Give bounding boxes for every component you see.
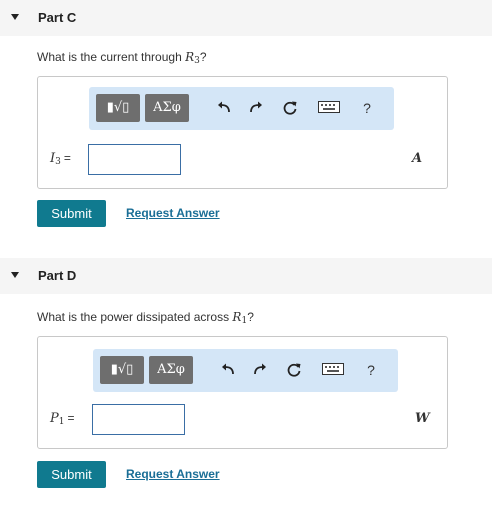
templates-icon[interactable]: ▮√▯ [100, 356, 144, 384]
reset-icon[interactable] [284, 359, 304, 381]
unit-label: A [412, 151, 423, 166]
reset-icon[interactable] [280, 97, 300, 119]
variable-letter: P [50, 411, 59, 426]
request-answer-link[interactable]: Request Answer [126, 206, 220, 220]
variable-letter: R [185, 50, 195, 64]
part-c-answer-box: ▮√▯ ΑΣφ ? I3 = A [37, 76, 448, 189]
part-d-title: Part D [38, 268, 77, 283]
question-variable: R3 [185, 50, 200, 66]
equals-sign: = [63, 151, 71, 165]
submit-button[interactable]: Submit [37, 200, 106, 227]
question-text: What is the current through [37, 50, 186, 64]
greek-symbols-icon[interactable]: ΑΣφ [145, 94, 189, 122]
part-c-header[interactable]: Part C [0, 0, 492, 36]
math-toolbar: ▮√▯ ΑΣφ ? [89, 87, 394, 130]
variable-subscript: 3 [55, 157, 61, 167]
answer-variable-label: P1 = [50, 411, 75, 427]
part-d-answer-box: ▮√▯ ΑΣφ ? P1 = W [37, 336, 448, 449]
redo-icon[interactable] [246, 97, 266, 119]
redo-icon[interactable] [250, 359, 270, 381]
templates-icon[interactable]: ▮√▯ [96, 94, 140, 122]
templates-label: ▮√▯ [110, 362, 134, 377]
question-mark: ? [247, 310, 254, 324]
help-label: ? [367, 362, 375, 378]
part-d-question: What is the power dissipated across R1? [37, 310, 254, 326]
undo-icon[interactable] [214, 97, 234, 119]
variable-subscript: 1 [58, 417, 65, 427]
greek-symbols-icon[interactable]: ΑΣφ [149, 356, 193, 384]
question-mark: ? [199, 50, 207, 64]
keyboard-icon[interactable] [317, 97, 341, 119]
submit-button[interactable]: Submit [37, 461, 106, 488]
collapse-caret-icon[interactable] [11, 14, 19, 20]
symbols-label: ΑΣφ [153, 100, 181, 115]
equals-sign: = [67, 411, 75, 425]
unit-label: W [415, 411, 430, 426]
request-answer-link[interactable]: Request Answer [126, 467, 220, 481]
help-label: ? [363, 100, 371, 116]
keyboard-icon[interactable] [321, 359, 345, 381]
question-variable: R1 [232, 310, 247, 326]
templates-label: ▮√▯ [106, 100, 130, 115]
symbols-label: ΑΣφ [157, 362, 185, 377]
collapse-caret-icon[interactable] [11, 272, 19, 278]
answer-input[interactable] [92, 404, 185, 435]
question-text: What is the power dissipated across [37, 310, 233, 324]
answer-variable-label: I3 = [50, 151, 71, 167]
undo-icon[interactable] [218, 359, 238, 381]
math-toolbar: ▮√▯ ΑΣφ ? [93, 349, 398, 392]
part-c-title: Part C [38, 10, 77, 25]
help-icon[interactable]: ? [357, 97, 377, 119]
part-c-question: What is the current through R3? [37, 50, 207, 66]
part-d-header[interactable]: Part D [0, 258, 492, 294]
help-icon[interactable]: ? [361, 359, 381, 381]
answer-input[interactable] [88, 144, 181, 175]
